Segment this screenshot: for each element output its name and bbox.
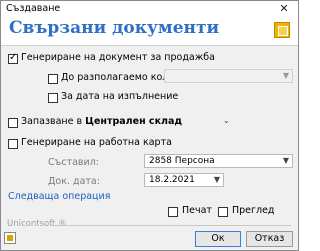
cancel-button[interactable]: Отказ [246,231,293,247]
author-select[interactable]: 2858 Персона ▼ [144,154,293,168]
preview-label: Преглед [232,205,275,216]
warehouse-select[interactable]: ▼ [164,69,293,83]
gen-work-card-checkbox[interactable] [8,139,18,149]
chevron-down-icon: ▼ [282,71,289,80]
page-title: Свързани документи [9,18,220,38]
save-in-warehouse: Централен склад [85,116,183,127]
save-in-checkbox[interactable] [8,118,18,128]
brand-label: Unicontsoft ® [7,219,67,229]
print-checkbox[interactable] [168,207,178,217]
help-icon[interactable] [4,232,16,244]
print-label: Печат [182,205,212,216]
dialog-header: Свързани документи [1,18,298,46]
gen-sales-doc-checkbox[interactable] [8,52,18,64]
calendar-dropdown-icon: ▼ [213,175,220,184]
footer-divider [51,225,291,226]
title-bar: Създаване ✕ [1,1,298,18]
next-operation-link[interactable]: Следваща операция [8,191,110,202]
ok-button[interactable]: Ок [195,231,241,247]
doc-date-label: Док. дата: [48,176,100,187]
save-in-prefix: Запазване в [21,116,83,127]
gen-sales-doc-label: Генериране на документ за продажба [21,52,215,63]
doc-date-picker[interactable]: 18.2.2021 ▼ [144,173,224,187]
preview-checkbox[interactable] [218,207,228,217]
chevron-down-icon: ▼ [282,156,289,165]
gen-work-card-label: Генериране на работна карта [21,137,172,148]
execution-date-label: За дата на изпълнение [61,91,179,102]
doc-date-value: 18.2.2021 [149,175,195,185]
document-icon [274,22,290,38]
author-label: Съставил: [48,157,99,168]
close-icon[interactable]: ✕ [273,1,295,17]
save-in-label: Запазване в Централен склад [21,116,182,127]
window-title: Създаване [6,3,61,14]
dialog-window: Създаване ✕ Свързани документи Генериран… [0,0,299,251]
execution-date-checkbox[interactable] [48,93,58,103]
author-value: 2858 Персона [149,156,215,166]
warehouse-chevron-icon[interactable]: ⌄ [223,116,230,125]
to-available-qty-checkbox[interactable] [48,74,58,84]
